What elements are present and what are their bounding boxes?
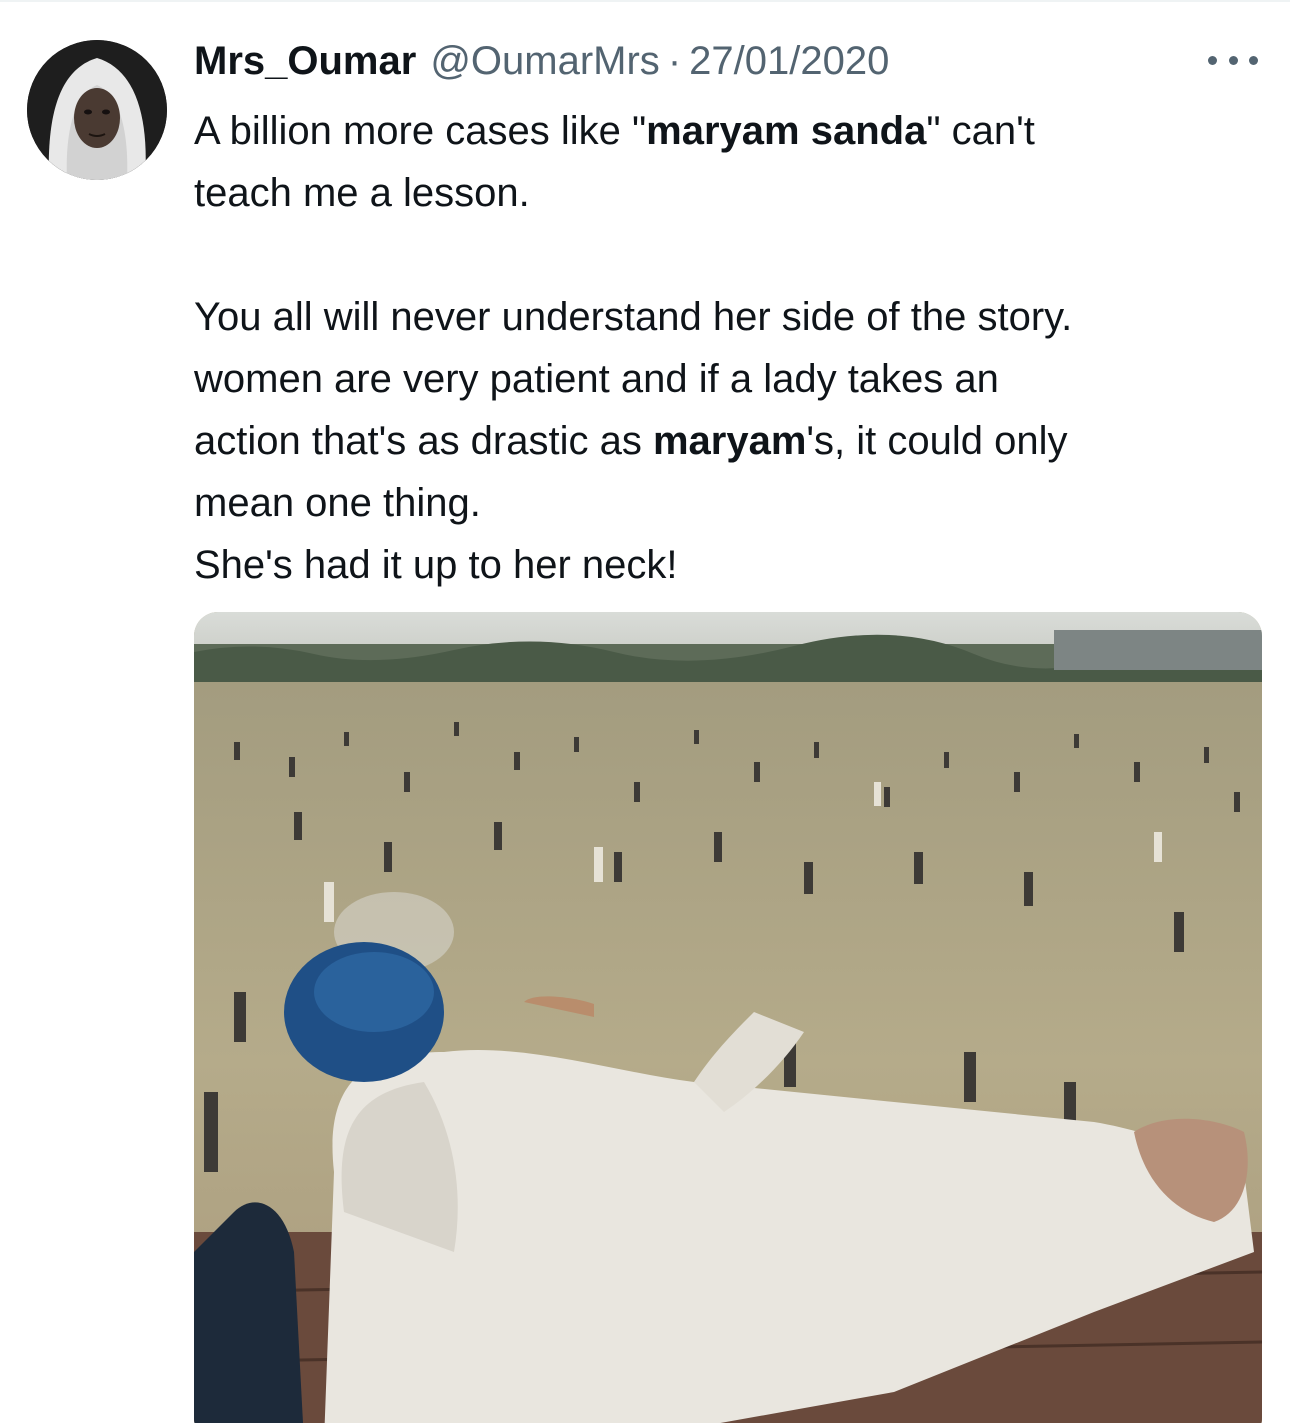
avatar-image — [27, 40, 167, 180]
tweet-media-image[interactable] — [194, 612, 1262, 1423]
text-span: 's, it could only — [806, 419, 1068, 463]
text-span: action that's as drastic as — [194, 419, 653, 463]
photo-field-spectator — [194, 612, 1262, 1423]
top-divider — [0, 0, 1290, 2]
text-span: " can't — [926, 109, 1035, 153]
more-horizontal-icon[interactable] — [1208, 48, 1258, 72]
tweet-line: You all will never understand her side o… — [194, 295, 1073, 339]
hashtag-highlight: maryam sanda — [646, 109, 927, 153]
author-avatar[interactable] — [27, 40, 167, 180]
tweet-header: Mrs_Oumar @OumarMrs · 27/01/2020 — [194, 36, 889, 86]
header-separator: · — [667, 39, 682, 83]
tweet-line: women are very patient and if a lady tak… — [194, 357, 999, 401]
tweet-line: A billion more cases like "maryam sanda"… — [194, 100, 1264, 162]
author-display-name[interactable]: Mrs_Oumar — [194, 36, 416, 86]
author-handle[interactable]: @OumarMrs — [430, 36, 660, 86]
tweet-line: action that's as drastic as maryam's, it… — [194, 410, 1264, 472]
tweet-line: She's had it up to her neck! — [194, 543, 678, 587]
tweet-line: teach me a lesson. — [194, 171, 530, 215]
more-dot — [1228, 55, 1238, 65]
text-span: A billion more cases like " — [194, 109, 647, 153]
hashtag-highlight: maryam — [652, 419, 807, 463]
tweet-text: A billion more cases like "maryam sanda"… — [194, 100, 1264, 596]
tweet-line: mean one thing. — [194, 481, 481, 525]
more-dot — [1249, 55, 1258, 65]
tweet-date[interactable]: 27/01/2020 — [689, 36, 889, 86]
more-dot — [1208, 55, 1217, 65]
